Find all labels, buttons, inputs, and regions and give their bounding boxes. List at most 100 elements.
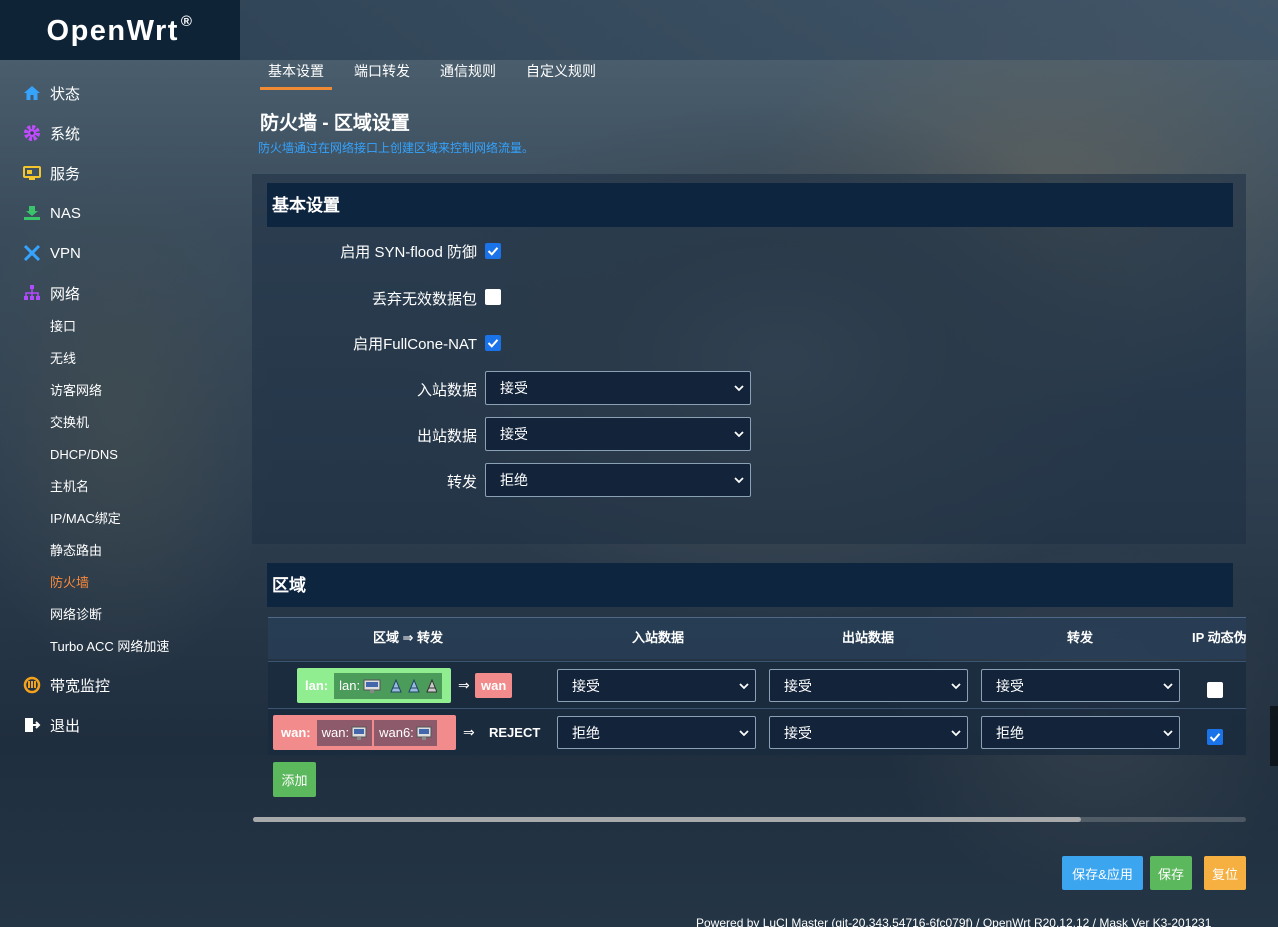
zone-input-select[interactable]: 拒绝	[557, 716, 756, 749]
sidebar-item-services[interactable]: 服务	[22, 160, 80, 186]
wireless-icon	[390, 678, 402, 692]
wireless-icon	[408, 678, 420, 692]
sidebar-item-static-routes[interactable]: 静态路由	[50, 541, 102, 561]
tab-port-forwards[interactable]: 端口转发	[346, 58, 418, 90]
tab-traffic-rules[interactable]: 通信规则	[432, 58, 504, 90]
sidebar-item-label: 带宽监控	[50, 677, 111, 695]
interface-wan: wan:	[316, 719, 373, 746]
zone-forward-select[interactable]: 接受	[981, 669, 1180, 702]
ethernet-icon	[351, 726, 367, 740]
sidebar-item-turbo-acc[interactable]: Turbo ACC 网络加速	[50, 637, 169, 657]
table-row: wan: wan: wan6: ⇒ REJECT 拒绝 接受 拒绝	[268, 708, 1246, 755]
sidebar-item-status[interactable]: 状态	[22, 80, 80, 106]
chevron-down-icon	[951, 729, 961, 736]
tab-bar: 基本设置 端口转发 通信规则 自定义规则	[260, 58, 618, 90]
masquerade-checkbox[interactable]	[1207, 682, 1223, 698]
bandwidth-icon	[22, 675, 42, 695]
drop-invalid-label: 丢弃无效数据包	[371, 291, 477, 308]
forward-policy-value: 拒绝	[500, 472, 528, 488]
col-forward: 转发	[1066, 630, 1093, 645]
chevron-down-icon	[734, 431, 744, 438]
ethernet-icon	[416, 726, 432, 740]
chevron-down-icon	[739, 729, 749, 736]
ethernet-icon	[363, 678, 438, 693]
drop-invalid-checkbox[interactable]	[485, 289, 501, 305]
sidebar-item-interfaces[interactable]: 接口	[50, 317, 76, 337]
col-zone-forward: 区域 ⇒ 转发	[372, 630, 444, 645]
sidebar-item-ip-mac-binding[interactable]: IP/MAC绑定	[50, 509, 121, 529]
sidebar-item-wireless[interactable]: 无线	[50, 349, 76, 369]
sidebar-item-label: 退出	[50, 717, 81, 735]
forward-policy-label: 转发	[446, 474, 477, 491]
basic-settings-header: 基本设置	[267, 183, 1233, 227]
sidebar-item-vpn[interactable]: VPN	[22, 240, 81, 266]
zone-badge-wan[interactable]: wan: wan: wan6:	[273, 715, 456, 750]
masquerade-checkbox[interactable]	[1207, 729, 1223, 745]
interface-name: wan6:	[379, 725, 414, 740]
add-zone-button[interactable]: 添加	[273, 762, 316, 797]
tab-custom-rules[interactable]: 自定义规则	[518, 58, 604, 90]
reset-button[interactable]: 复位	[1204, 856, 1246, 890]
select-value: 拒绝	[572, 724, 600, 741]
page-description: 防火墙通过在网络接口上创建区域来控制网络流量。	[258, 141, 535, 155]
col-input: 入站数据	[631, 630, 684, 645]
logo-text: OpenWrt	[46, 14, 179, 47]
zone-output-select[interactable]: 接受	[769, 716, 968, 749]
fullcone-nat-checkbox[interactable]	[485, 335, 501, 351]
sidebar-item-label: 状态	[50, 85, 81, 103]
sidebar-item-label: NAS	[50, 204, 81, 222]
syn-flood-label: 启用 SYN-flood 防御	[340, 244, 477, 261]
zone-input-select[interactable]: 接受	[557, 669, 756, 702]
chevron-down-icon	[1163, 682, 1173, 689]
wireless-icon	[426, 678, 438, 692]
input-policy-value: 接受	[500, 380, 528, 396]
vertical-scrollbar[interactable]	[1270, 706, 1278, 766]
sidebar: 状态 系统 服务 NAS VPN 网络 接口 无线 访客网络 交换机 DHCP/…	[0, 60, 228, 927]
home-icon	[22, 83, 42, 103]
zones-header: 区域	[267, 563, 1233, 607]
input-policy-select[interactable]: 接受	[485, 371, 751, 405]
zone-forward-select[interactable]: 拒绝	[981, 716, 1180, 749]
zone-badge-lan[interactable]: lan: lan:	[297, 668, 451, 703]
syn-flood-checkbox[interactable]	[485, 243, 501, 259]
save-apply-button[interactable]: 保存&应用	[1062, 856, 1143, 890]
sidebar-item-bandwidth[interactable]: 带宽监控	[22, 672, 110, 698]
sidebar-item-label: 网络	[50, 285, 81, 303]
output-policy-select[interactable]: 接受	[485, 417, 751, 451]
col-output: 出站数据	[841, 630, 894, 645]
sidebar-item-hostnames[interactable]: 主机名	[50, 477, 89, 497]
select-value: 拒绝	[996, 724, 1024, 741]
checkmark-icon	[487, 339, 499, 348]
forward-dest-wan[interactable]: wan	[475, 673, 513, 698]
zones-table: 区域 ⇒ 转发 入站数据 出站数据 转发 IP 动态伪 lan: lan: ⇒ …	[268, 617, 1246, 757]
zone-output-select[interactable]: 接受	[769, 669, 968, 702]
fullcone-nat-label: 启用FullCone-NAT	[353, 336, 477, 353]
forward-arrow: ⇒	[463, 724, 475, 740]
sidebar-item-system[interactable]: 系统	[22, 120, 80, 146]
select-value: 接受	[784, 724, 812, 741]
sidebar-item-diagnostics[interactable]: 网络诊断	[50, 605, 102, 625]
logo[interactable]: OpenWrt ®	[0, 0, 240, 60]
sidebar-item-logout[interactable]: 退出	[22, 712, 80, 738]
checkmark-icon	[1209, 733, 1221, 742]
sidebar-item-switch[interactable]: 交换机	[50, 413, 89, 433]
sidebar-item-label: 服务	[50, 165, 81, 183]
footer-text: Powered by LuCI Master (git-20.343.54716…	[696, 916, 1212, 927]
sidebar-item-network[interactable]: 网络	[22, 280, 80, 306]
tab-basic-settings[interactable]: 基本设置	[260, 58, 332, 90]
vpn-icon	[22, 243, 42, 263]
sidebar-item-label: 系统	[50, 125, 81, 143]
forward-policy-select[interactable]: 拒绝	[485, 463, 751, 497]
logout-icon	[22, 715, 42, 735]
sidebar-item-dhcp-dns[interactable]: DHCP/DNS	[50, 445, 118, 465]
horizontal-scrollbar[interactable]	[253, 817, 1081, 822]
sidebar-item-firewall[interactable]: 防火墙	[50, 573, 89, 593]
chevron-down-icon	[734, 385, 744, 392]
table-row: lan: lan: ⇒ wan 接受 接受 接受	[268, 661, 1246, 708]
sidebar-item-nas[interactable]: NAS	[22, 200, 81, 226]
gear-icon	[22, 123, 42, 143]
chevron-down-icon	[739, 682, 749, 689]
sidebar-item-guest-network[interactable]: 访客网络	[50, 381, 102, 401]
services-icon	[22, 163, 42, 183]
save-button[interactable]: 保存	[1150, 856, 1192, 890]
